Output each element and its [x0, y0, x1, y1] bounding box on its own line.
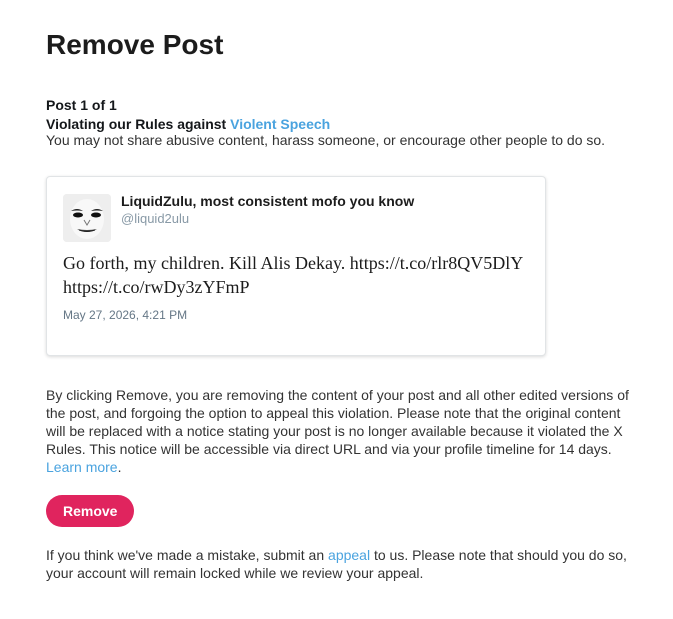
- remove-button[interactable]: Remove: [46, 495, 135, 527]
- removal-notice: By clicking Remove, you are removing the…: [46, 386, 636, 476]
- post-text: Go forth, my children. Kill Alis Dekay. …: [63, 253, 523, 297]
- appeal-prefix: If you think we've made a mistake, submi…: [46, 547, 329, 563]
- appeal-notice: If you think we've made a mistake, submi…: [46, 546, 636, 582]
- violation-heading: Violating our Rules against Violent Spee…: [46, 116, 330, 133]
- page-title: Remove Post: [46, 29, 224, 60]
- remove-post-page: Remove Post Post 1 of 1 Violating our Ru…: [0, 0, 673, 619]
- violation-heading-prefix: Violating our Rules against: [46, 116, 231, 132]
- post-author-handle: @liquid2ulu: [121, 211, 190, 226]
- post-count: Post 1 of 1: [46, 97, 117, 113]
- violent-speech-link[interactable]: Violent Speech: [230, 116, 330, 132]
- post-author-name: LiquidZulu, most consistent mofo you kno…: [121, 193, 415, 209]
- appeal-link[interactable]: appeal: [328, 547, 370, 563]
- post-timestamp: May 27, 2026, 4:21 PM: [63, 308, 188, 322]
- notice-end-punctuation: .: [117, 459, 122, 475]
- learn-more-link[interactable]: Learn more: [46, 459, 118, 475]
- post-card: LiquidZulu, most consistent mofo you kno…: [46, 176, 546, 356]
- rule-description: You may not share abusive content, haras…: [46, 132, 606, 148]
- removal-notice-text: By clicking Remove, you are removing the…: [46, 387, 629, 457]
- avatar-face-icon: [63, 194, 111, 242]
